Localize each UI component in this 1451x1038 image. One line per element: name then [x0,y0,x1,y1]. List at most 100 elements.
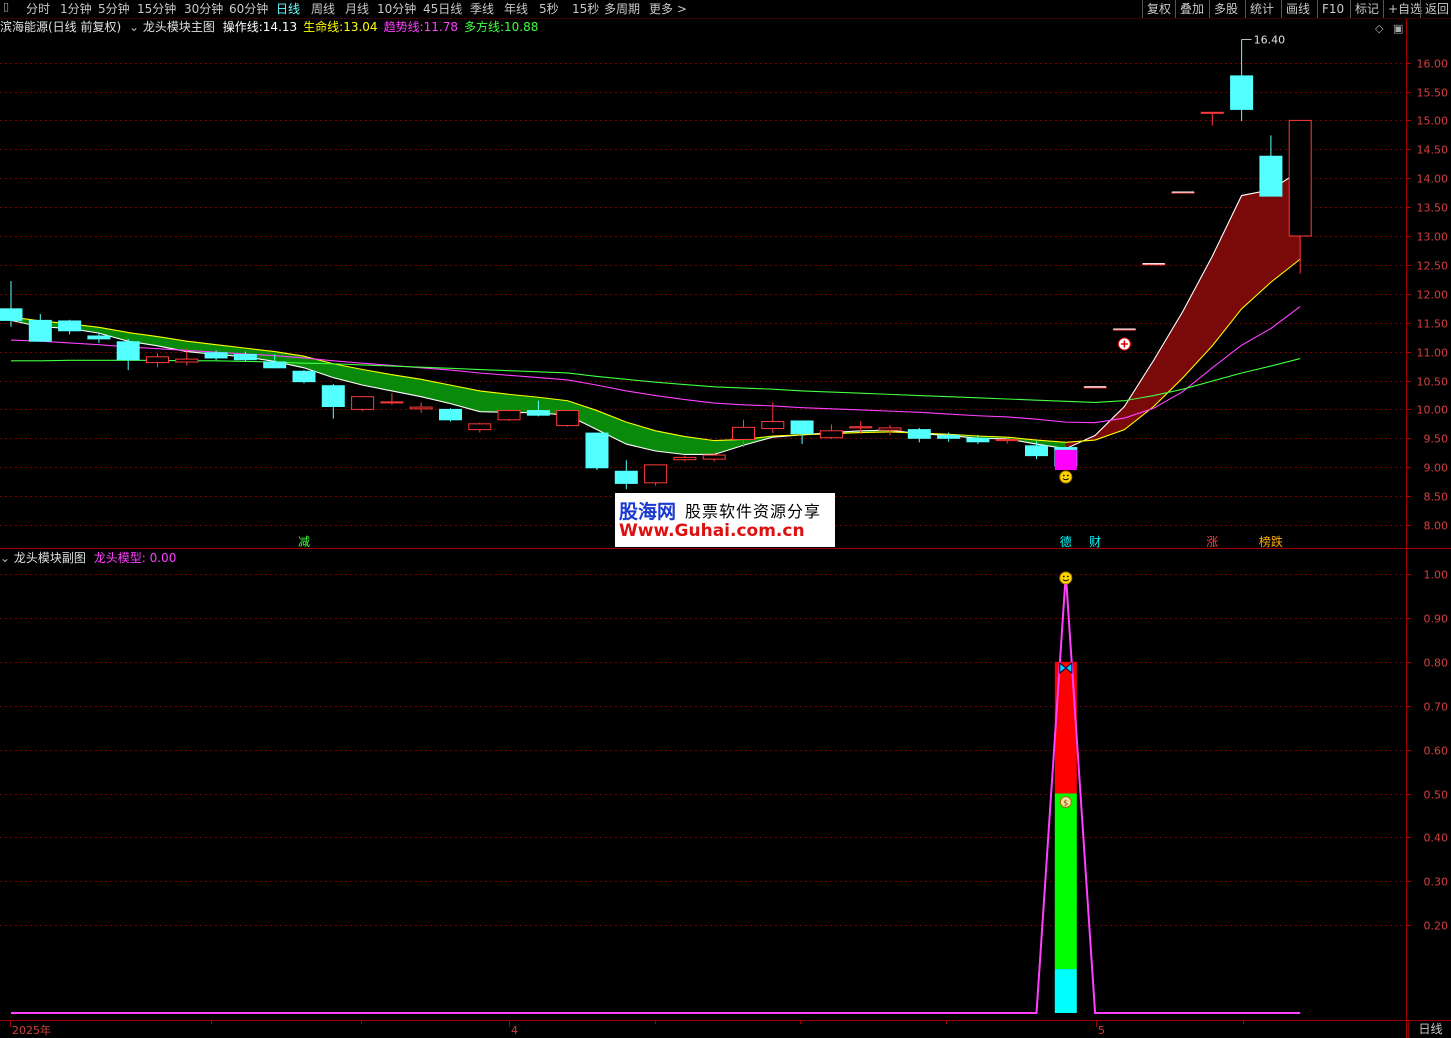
watermark-brand: 股海网 [619,501,677,523]
main-indicator-values: 操作线:14.13 生命线:13.04 趋势线:11.78 多方线:10.88 [223,20,545,34]
candle-body-43 [1259,155,1283,197]
candle-body-15 [439,408,462,421]
main-tick-label-7: 12.50 [1417,260,1449,273]
period-tab-6[interactable]: 日线 [276,1,300,17]
watermark-url: Www.Guhai.com.cn [619,521,805,541]
period-tab-1[interactable]: 1分钟 [60,1,92,17]
stock-name: 滨海能源(日线 前复权) [0,20,122,34]
bottom-period-tab[interactable]: 日线 [1408,1021,1451,1038]
candle-body-2 [58,320,82,332]
candle-body-16 [468,423,492,431]
money-bag-symbol: $ [1063,799,1068,808]
candle-body-30 [878,427,902,431]
sub-tick-label-2: 0.80 [1424,657,1449,670]
candle-body-34 [995,438,1019,442]
toolbar-button-4[interactable]: 画线 [1281,0,1314,18]
candle-body-7 [204,352,228,359]
candle-body-19 [556,410,580,427]
main-tick-label-6: 13.00 [1417,231,1449,244]
candle-body-20 [585,432,609,469]
series-line-0 [10,170,1301,456]
main-tick-label-11: 10.50 [1417,376,1449,389]
settings-circle-icon[interactable]: ⌄ [129,20,139,34]
indicator-label-0: 操作线: [222,20,263,34]
period-tab-12[interactable]: 年线 [504,1,528,17]
sub-tick-label-8: 0.20 [1424,920,1449,933]
model-bar-2 [1054,969,1077,1013]
toolbar-button-2[interactable]: 多股 [1209,0,1242,18]
sub-chart-header: ⌄ 龙头模块副图 龙头模型: 0.00 [0,550,176,566]
indicator-label-1: 生命线: [303,20,344,34]
candle-body-17 [497,410,521,421]
top-smiley-icon [1059,571,1073,585]
time-label-0: 2025年 [12,1023,51,1037]
maximize-icon[interactable]: ▣ [1393,22,1403,35]
period-tab-10[interactable]: 45日线 [423,1,462,17]
watermark: 股海网 股票软件资源分享 Www.Guhai.com.cn [615,493,835,547]
candle-body-35 [1025,445,1048,457]
indicator-value-1: 13.04 [343,20,378,34]
signal-marker-3: 涨 [1206,534,1218,549]
toolbar-button-8[interactable]: 返回 [1420,0,1451,18]
period-tab-0[interactable]: 分时 [26,1,50,17]
period-tab-13[interactable]: 5秒 [539,1,559,17]
period-tab-3[interactable]: 15分钟 [137,1,176,17]
sub-tick-label-1: 0.90 [1424,613,1449,626]
candle-body-9 [263,361,287,369]
period-tab-2[interactable]: 5分钟 [98,1,130,17]
main-tick-label-3: 14.50 [1417,144,1449,157]
green-ribbon [11,316,1066,455]
main-tick-label-2: 15.00 [1417,115,1449,128]
smiley-eye-left [1062,474,1065,477]
period-tab-9[interactable]: 10分钟 [377,1,416,17]
candle-body-13 [380,401,404,404]
period-tab-7[interactable]: 周线 [311,1,335,17]
main-tick-label-8: 12.00 [1417,289,1449,302]
window-icon[interactable]: ▯ [3,0,9,13]
smiley-face [1059,470,1073,484]
toolbar-button-6[interactable]: 标记 [1350,0,1383,18]
candle-body-27 [790,420,814,435]
period-tab-16[interactable]: 更多 > [649,1,687,17]
time-label-1: 4 [511,1024,518,1037]
candle-body-23 [673,456,697,461]
candle-body-3 [87,335,111,340]
main-tick-label-12: 10.00 [1417,404,1449,417]
sub-indicator-name[interactable]: 龙头模块副图 [14,551,86,565]
sub-tick-label-0: 1.00 [1424,569,1449,582]
time-label-2: 5 [1098,1024,1105,1037]
smiley-face [1059,571,1073,585]
candle-body-10 [292,370,316,383]
candle-body-25 [732,426,755,440]
period-tab-14[interactable]: 15秒 [572,1,599,17]
sub-indicator-label: 龙头模型: [93,551,146,565]
main-tick-label-15: 8.50 [1424,491,1449,504]
toolbar-button-1[interactable]: 叠加 [1175,0,1208,18]
candle-body-29 [849,426,873,429]
period-tab-8[interactable]: 月线 [345,1,369,17]
main-indicator-name[interactable]: 龙头模块主图 [143,20,215,34]
sub-tick-label-3: 0.70 [1424,701,1449,714]
period-tab-15[interactable]: 多周期 [604,1,640,17]
toolbar-button-5[interactable]: F10 [1317,0,1348,18]
candle-body-18 [526,410,550,416]
candle-body-22 [644,464,668,484]
period-tab-5[interactable]: 60分钟 [229,1,268,17]
candle-body-0 [0,308,23,321]
sub-indicator-value: 0.00 [149,551,177,565]
candle-body-12 [351,396,375,410]
candle-body-5 [146,356,169,364]
indicator-label-3: 多方线: [463,20,505,34]
toolbar-button-3[interactable]: 统计 [1245,0,1278,18]
toolbar-button-0[interactable]: 复权 [1142,0,1175,18]
signal-marker-4: 榜跌 [1259,534,1283,549]
settings-circle-icon[interactable]: ⌄ [0,551,10,565]
diamond-icon[interactable]: ◇ [1375,22,1383,35]
candle-body-44 [1288,119,1312,237]
period-tab-4[interactable]: 30分钟 [184,1,223,17]
main-tick-label-1: 15.50 [1417,87,1449,100]
period-tab-11[interactable]: 季线 [470,1,494,17]
signal-marker-2: 财 [1089,535,1101,549]
candle-body-24 [702,454,726,460]
max-price-label: 16.40 [1254,33,1286,46]
